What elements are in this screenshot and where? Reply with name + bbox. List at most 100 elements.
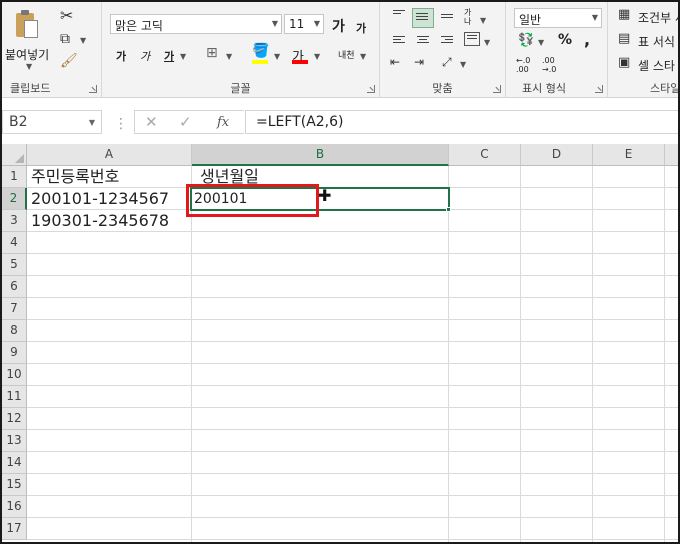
formula-buttons: ✕ ✓ fx — [134, 110, 244, 134]
cut-icon[interactable]: ✂ — [60, 8, 73, 24]
alignment-group-label: 맞춤 — [432, 82, 453, 95]
gridline — [27, 451, 678, 452]
text-direction-icon[interactable]: ⤢ — [442, 56, 452, 68]
font-name-combo[interactable]: 맑은 고딕 ▼ — [110, 14, 282, 34]
gridline — [27, 473, 678, 474]
merge-dropdown-icon[interactable]: ▼ — [484, 38, 490, 47]
merge-center-icon[interactable] — [464, 32, 480, 46]
column-header-a[interactable]: A — [27, 144, 192, 166]
formula-bar-splitter-icon[interactable]: ⋮ — [114, 116, 128, 132]
decrease-indent-icon[interactable]: ⇤ — [390, 56, 400, 68]
clipboard-launcher-icon[interactable] — [89, 85, 97, 93]
format-as-table-button[interactable]: 표 서식 — [638, 33, 675, 50]
row-header-14[interactable]: 14 — [2, 452, 27, 474]
border-icon[interactable]: ⊞ — [206, 46, 218, 60]
row-header-15[interactable]: 15 — [2, 474, 27, 496]
cell-a1[interactable]: 주민등록번호 — [27, 166, 119, 188]
row-header-10[interactable]: 10 — [2, 364, 27, 386]
row-header-13[interactable]: 13 — [2, 430, 27, 452]
row-header-17[interactable]: 17 — [2, 518, 27, 540]
enter-icon[interactable]: ✓ — [179, 113, 192, 131]
phonetic-button[interactable]: 내천 — [338, 48, 355, 61]
row-header-11[interactable]: 11 — [2, 386, 27, 408]
font-size-combo[interactable]: 11 ▼ — [284, 14, 324, 34]
align-left-icon[interactable] — [390, 34, 408, 48]
gridline — [664, 166, 665, 542]
column-header-f[interactable] — [665, 144, 678, 166]
row-header-6[interactable]: 6 — [2, 276, 27, 298]
alignment-launcher-icon[interactable] — [493, 85, 501, 93]
fill-handle[interactable] — [446, 207, 451, 212]
gridline — [27, 539, 678, 540]
row-header-9[interactable]: 9 — [2, 342, 27, 364]
phonetic-dropdown-icon[interactable]: ▼ — [360, 52, 366, 61]
orientation-button[interactable]: 가나 — [464, 8, 478, 26]
row-header-12[interactable]: 12 — [2, 408, 27, 430]
cell-a2[interactable]: 200101-1234567 — [27, 188, 169, 210]
row-header-4[interactable]: 4 — [2, 232, 27, 254]
number-launcher-icon[interactable] — [595, 85, 603, 93]
text-direction-dropdown-icon[interactable]: ▼ — [460, 60, 466, 69]
column-header-c[interactable]: C — [449, 144, 521, 166]
row-header-1[interactable]: 1 — [2, 166, 27, 188]
font-launcher-icon[interactable] — [367, 85, 375, 93]
middle-align-icon[interactable] — [412, 8, 434, 28]
gridline — [27, 495, 678, 496]
styles-group: ▦ 조건부 서 ▤ 표 서식 ▣ 셀 스타 스타일 — [608, 2, 678, 98]
worksheet-grid[interactable]: A B C D E 1 2 3 4 5 6 7 8 9 10 11 12 13 … — [2, 144, 678, 542]
fill-color-icon[interactable]: 🪣 — [252, 44, 269, 58]
bottom-align-icon[interactable] — [438, 8, 456, 22]
increase-indent-icon[interactable]: ⇥ — [414, 56, 424, 68]
copy-icon[interactable]: ⧉ — [60, 32, 70, 46]
format-as-table-icon[interactable]: ▤ — [618, 32, 630, 45]
font-color-dropdown-icon[interactable]: ▼ — [314, 52, 320, 61]
underline-button[interactable]: 가 — [164, 48, 174, 64]
percent-button[interactable]: % — [558, 32, 572, 48]
font-size-value: 11 — [289, 17, 305, 31]
row-header-5[interactable]: 5 — [2, 254, 27, 276]
column-header-b[interactable]: B — [192, 144, 449, 166]
top-align-icon[interactable] — [390, 8, 408, 22]
align-center-icon[interactable] — [414, 34, 432, 48]
number-format-value: 일반 — [519, 13, 542, 27]
column-header-e[interactable]: E — [593, 144, 665, 166]
paste-dropdown-icon[interactable]: ▼ — [26, 62, 32, 71]
italic-button[interactable]: 가 — [140, 48, 150, 64]
conditional-format-icon[interactable]: ▦ — [618, 8, 630, 21]
formula-input[interactable]: =LEFT(A2,6) — [245, 110, 678, 134]
orientation-dropdown-icon[interactable]: ▼ — [480, 16, 486, 25]
grow-font-button[interactable]: 가 — [332, 16, 345, 36]
name-box[interactable]: B2 ▼ — [2, 110, 102, 134]
copy-dropdown-icon[interactable]: ▼ — [80, 36, 86, 45]
fill-color-dropdown-icon[interactable]: ▼ — [274, 52, 280, 61]
shrink-font-button[interactable]: 가 — [356, 20, 366, 36]
column-header-d[interactable]: D — [521, 144, 593, 166]
row-header-8[interactable]: 8 — [2, 320, 27, 342]
currency-dropdown-icon[interactable]: ▼ — [538, 38, 544, 47]
increase-decimal-button[interactable]: ←.0 .00 — [516, 56, 538, 74]
number-format-combo[interactable]: 일반 ▼ — [514, 8, 602, 28]
border-dropdown-icon[interactable]: ▼ — [226, 52, 232, 61]
cancel-icon[interactable]: ✕ — [145, 113, 158, 131]
cell-a3[interactable]: 190301-2345678 — [27, 210, 169, 232]
currency-icon[interactable]: 💱 — [518, 34, 534, 47]
select-all-button[interactable] — [2, 144, 27, 166]
row-header-2[interactable]: 2 — [2, 188, 27, 210]
comma-button[interactable]: , — [584, 30, 590, 49]
font-group-label: 글꼴 — [230, 82, 251, 95]
conditional-format-button[interactable]: 조건부 서 — [638, 9, 678, 26]
align-right-icon[interactable] — [438, 34, 456, 48]
red-highlight-box — [186, 184, 319, 217]
row-header-3[interactable]: 3 — [2, 210, 27, 232]
alignment-group: 가나 ▼ ▼ ⇤ ⇥ ⤢ ▼ 맞춤 — [380, 2, 506, 98]
row-header-7[interactable]: 7 — [2, 298, 27, 320]
insert-function-icon[interactable]: fx — [217, 115, 229, 130]
underline-dropdown-icon[interactable]: ▼ — [180, 52, 186, 61]
row-header-16[interactable]: 16 — [2, 496, 27, 518]
paste-button[interactable]: 붙여넣기 ▼ — [4, 6, 56, 72]
cell-styles-icon[interactable]: ▣ — [618, 56, 630, 69]
decrease-decimal-button[interactable]: .00 →.0 — [542, 56, 564, 74]
cell-styles-button[interactable]: 셀 스타 — [638, 57, 675, 74]
format-painter-icon[interactable]: 🖌 — [60, 54, 78, 68]
bold-button[interactable]: 가 — [116, 48, 126, 64]
